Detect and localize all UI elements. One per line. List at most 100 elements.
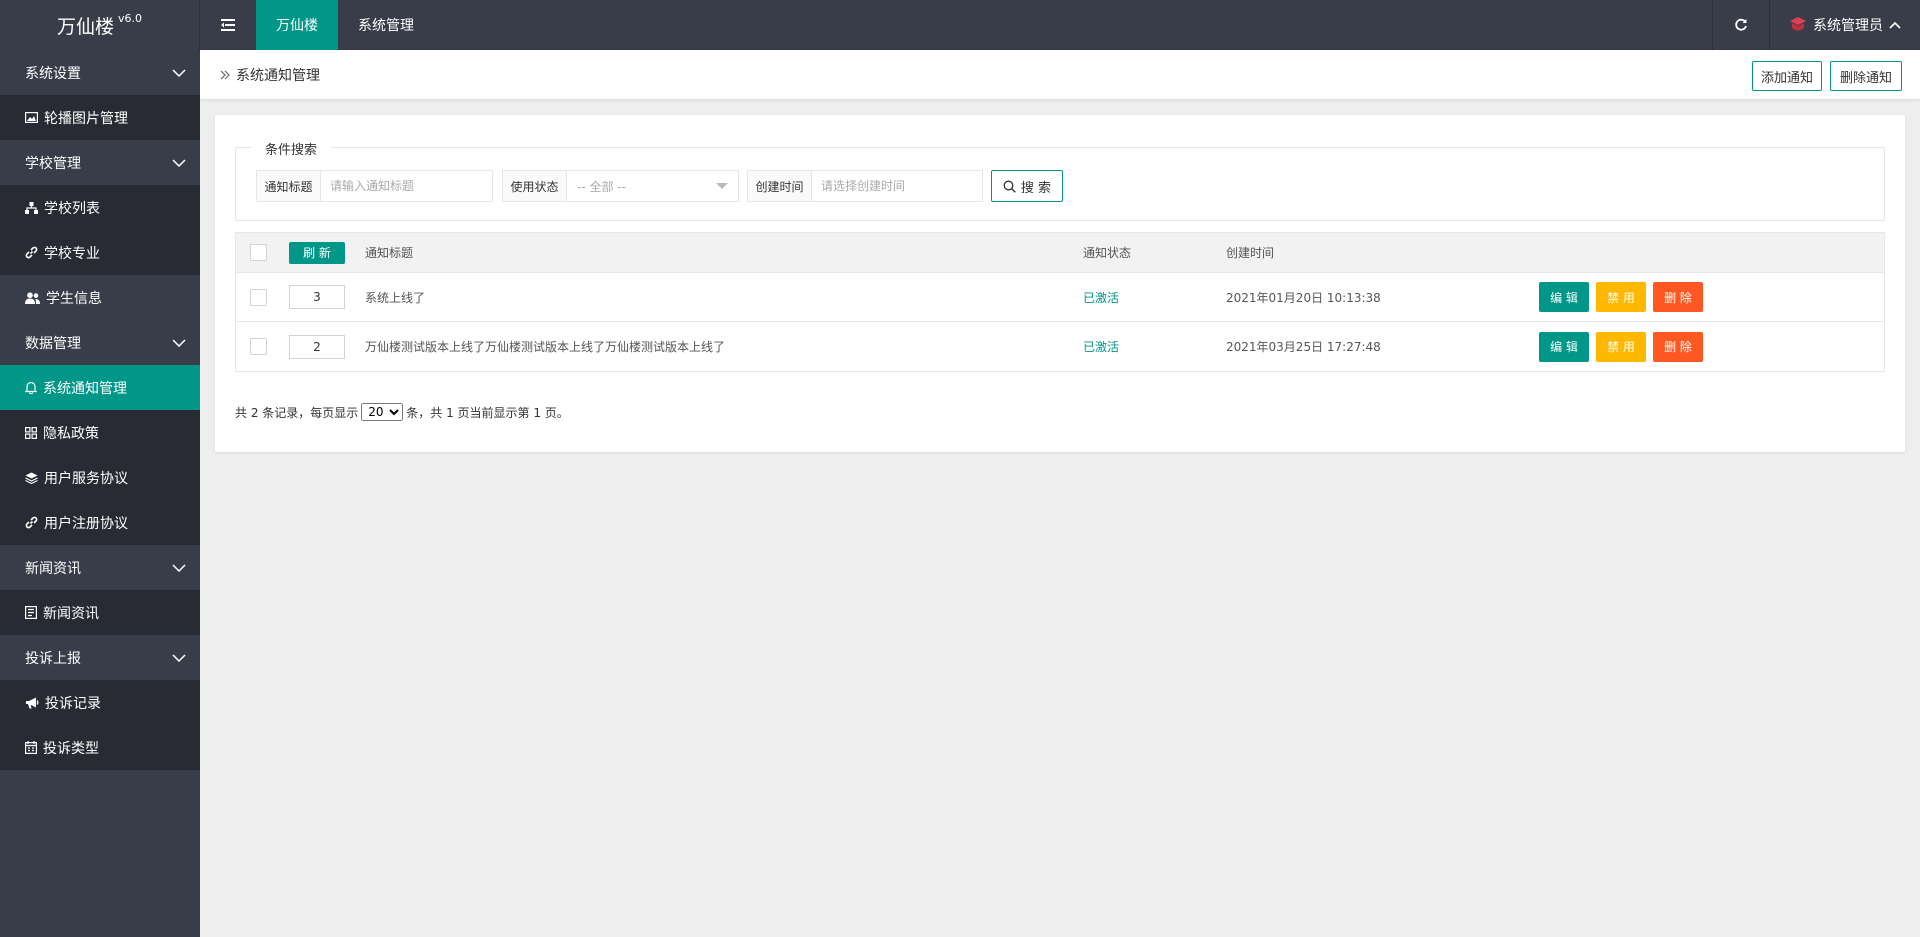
link-icon bbox=[25, 516, 38, 529]
top-bar: 万仙楼 v6.0 万仙楼 系统管理 系统管理员 bbox=[0, 0, 1920, 50]
disable-button[interactable]: 禁 用 bbox=[1596, 331, 1646, 362]
grid-icon bbox=[25, 426, 37, 439]
users-icon bbox=[25, 291, 40, 304]
sidebar-group-label: 投诉上报 bbox=[25, 650, 81, 667]
sort-order-input[interactable] bbox=[289, 285, 345, 309]
delete-button[interactable]: 删 除 bbox=[1653, 282, 1703, 312]
status-select-value: -- 全部 -- bbox=[577, 179, 626, 194]
table-row: 系统上线了 已激活 2021年01月20日 10:13:38 编 辑 禁 用 删… bbox=[236, 273, 1884, 322]
news-icon bbox=[25, 606, 37, 619]
sidebar-group-complaints[interactable]: 投诉上报 bbox=[0, 635, 200, 680]
row-title: 系统上线了 bbox=[365, 290, 426, 305]
row-checkbox[interactable] bbox=[250, 338, 267, 355]
header-title: 通知标题 bbox=[365, 246, 414, 260]
disable-button[interactable]: 禁 用 bbox=[1596, 282, 1646, 312]
edit-button[interactable]: 编 辑 bbox=[1539, 331, 1589, 362]
row-checkbox[interactable] bbox=[250, 288, 267, 306]
chevron-down-icon bbox=[172, 68, 186, 77]
breadcrumb: 系统通知管理 bbox=[220, 50, 320, 100]
edit-button[interactable]: 编 辑 bbox=[1539, 282, 1589, 312]
top-tab-system[interactable]: 系统管理 bbox=[338, 0, 434, 50]
sidebar-group-news[interactable]: 新闻资讯 bbox=[0, 545, 200, 590]
sidebar-item-label: 系统通知管理 bbox=[43, 380, 127, 397]
date-filter-label: 创建时间 bbox=[748, 171, 812, 201]
select-all-checkbox[interactable] bbox=[250, 244, 267, 261]
table-refresh-button[interactable]: 刷 新 bbox=[289, 241, 345, 264]
page-size-select[interactable]: 20 bbox=[361, 403, 404, 421]
reload-button[interactable] bbox=[1713, 0, 1769, 50]
top-tab-home[interactable]: 万仙楼 bbox=[256, 0, 338, 50]
sort-order-input[interactable] bbox=[289, 334, 345, 359]
search-legend: 条件搜索 bbox=[251, 139, 332, 158]
sidebar-item-school-list[interactable]: 学校列表 bbox=[0, 185, 200, 230]
sidebar-group-label: 新闻资讯 bbox=[25, 560, 81, 577]
sidebar-item-notifications[interactable]: 系统通知管理 bbox=[0, 365, 200, 410]
sidebar-item-label: 新闻资讯 bbox=[43, 605, 99, 622]
sidebar-item-label: 隐私政策 bbox=[43, 425, 99, 442]
title-search-input[interactable] bbox=[321, 171, 492, 201]
link-icon bbox=[25, 246, 38, 259]
sidebar-item-complaint-types[interactable]: 投诉类型 bbox=[0, 725, 200, 770]
row-actions: 编 辑 禁 用 删 除 bbox=[1539, 322, 1703, 371]
pagination: 共 2 条记录，每页显示 20 条，共 1 页当前显示第 1 页。 bbox=[235, 402, 569, 422]
sidebar-item-service-agreement[interactable]: 用户服务协议 bbox=[0, 455, 200, 500]
sidebar-group-school[interactable]: 学校管理 bbox=[0, 140, 200, 185]
sidebar-item-complaint-records[interactable]: 投诉记录 bbox=[0, 680, 200, 725]
delete-notification-button[interactable]: 删除通知 bbox=[1830, 61, 1902, 91]
sidebar-group-label: 数据管理 bbox=[25, 335, 81, 352]
delete-button[interactable]: 删 除 bbox=[1653, 331, 1703, 362]
sidebar-item-label: 学校列表 bbox=[44, 200, 100, 217]
app-logo: 万仙楼 v6.0 bbox=[0, 0, 200, 50]
user-menu[interactable]: 系统管理员 bbox=[1770, 0, 1920, 50]
title-filter-label: 通知标题 bbox=[257, 171, 321, 201]
caret-down-icon bbox=[716, 183, 728, 189]
table-row: 万仙楼测试版本上线了万仙楼测试版本上线了万仙楼测试版本上线了 已激活 2021年… bbox=[236, 322, 1884, 371]
status-filter: 使用状态 -- 全部 -- bbox=[502, 170, 739, 202]
sidebar-item-school-major[interactable]: 学校专业 bbox=[0, 230, 200, 275]
menu-fold-icon bbox=[221, 19, 235, 31]
add-notification-button[interactable]: 添加通知 bbox=[1752, 61, 1822, 91]
header-checkbox-cell bbox=[250, 233, 267, 272]
sidebar-item-label: 投诉类型 bbox=[43, 740, 99, 757]
row-created: 2021年03月25日 17:27:48 bbox=[1226, 340, 1381, 354]
header-created: 创建时间 bbox=[1226, 246, 1275, 260]
title-filter: 通知标题 bbox=[256, 170, 493, 202]
sidebar-item-label: 学校专业 bbox=[44, 245, 100, 262]
status-filter-label: 使用状态 bbox=[503, 171, 567, 201]
top-tab-home-label: 万仙楼 bbox=[276, 18, 318, 34]
row-created: 2021年01月20日 10:13:38 bbox=[1226, 290, 1381, 305]
sidebar-group-label: 系统设置 bbox=[25, 65, 81, 82]
date-search-input[interactable] bbox=[812, 171, 982, 201]
image-icon bbox=[25, 112, 38, 123]
menu-toggle-button[interactable] bbox=[200, 0, 256, 50]
sidebar-item-news[interactable]: 新闻资讯 bbox=[0, 590, 200, 635]
sidebar-item-carousel[interactable]: 轮播图片管理 bbox=[0, 95, 200, 140]
sidebar-item-label: 学生信息 bbox=[46, 290, 102, 307]
top-tab-system-label: 系统管理 bbox=[358, 18, 414, 34]
sidebar-item-label: 用户服务协议 bbox=[44, 470, 128, 487]
sidebar-item-student-info[interactable]: 学生信息 bbox=[0, 275, 200, 320]
search-button[interactable]: 搜 索 bbox=[991, 170, 1063, 202]
breadcrumb-bar: 系统通知管理 添加通知 删除通知 bbox=[200, 50, 1920, 100]
layers-icon bbox=[25, 472, 38, 484]
chevron-down-icon bbox=[172, 653, 186, 662]
chevron-down-icon bbox=[172, 158, 186, 167]
sidebar-item-privacy[interactable]: 隐私政策 bbox=[0, 410, 200, 455]
bell-icon bbox=[25, 381, 37, 394]
sidebar-group-data[interactable]: 数据管理 bbox=[0, 320, 200, 365]
pager-prefix: 共 2 条记录，每页显示 bbox=[235, 405, 359, 420]
sidebar: 系统设置 轮播图片管理 学校管理 学校列表 学校专业 学生信息 数据管理 系统通… bbox=[0, 50, 200, 937]
sidebar-item-register-agreement[interactable]: 用户注册协议 bbox=[0, 500, 200, 545]
search-icon bbox=[1003, 180, 1016, 193]
search-button-label: 搜 索 bbox=[1020, 180, 1052, 196]
calendar-icon bbox=[25, 741, 37, 754]
user-name: 系统管理员 bbox=[1813, 18, 1883, 34]
app-name: 万仙楼 bbox=[56, 15, 114, 38]
sidebar-item-label: 用户注册协议 bbox=[44, 515, 128, 532]
sidebar-group-system-settings[interactable]: 系统设置 bbox=[0, 50, 200, 95]
search-panel: 条件搜索 通知标题 使用状态 -- 全部 -- 创建时间 搜 索 bbox=[235, 139, 1885, 221]
user-avatar-icon bbox=[1790, 17, 1806, 31]
breadcrumb-current[interactable]: 系统通知管理 bbox=[236, 65, 320, 85]
status-select[interactable]: -- 全部 -- bbox=[567, 171, 738, 201]
chevron-up-icon bbox=[1889, 21, 1901, 29]
